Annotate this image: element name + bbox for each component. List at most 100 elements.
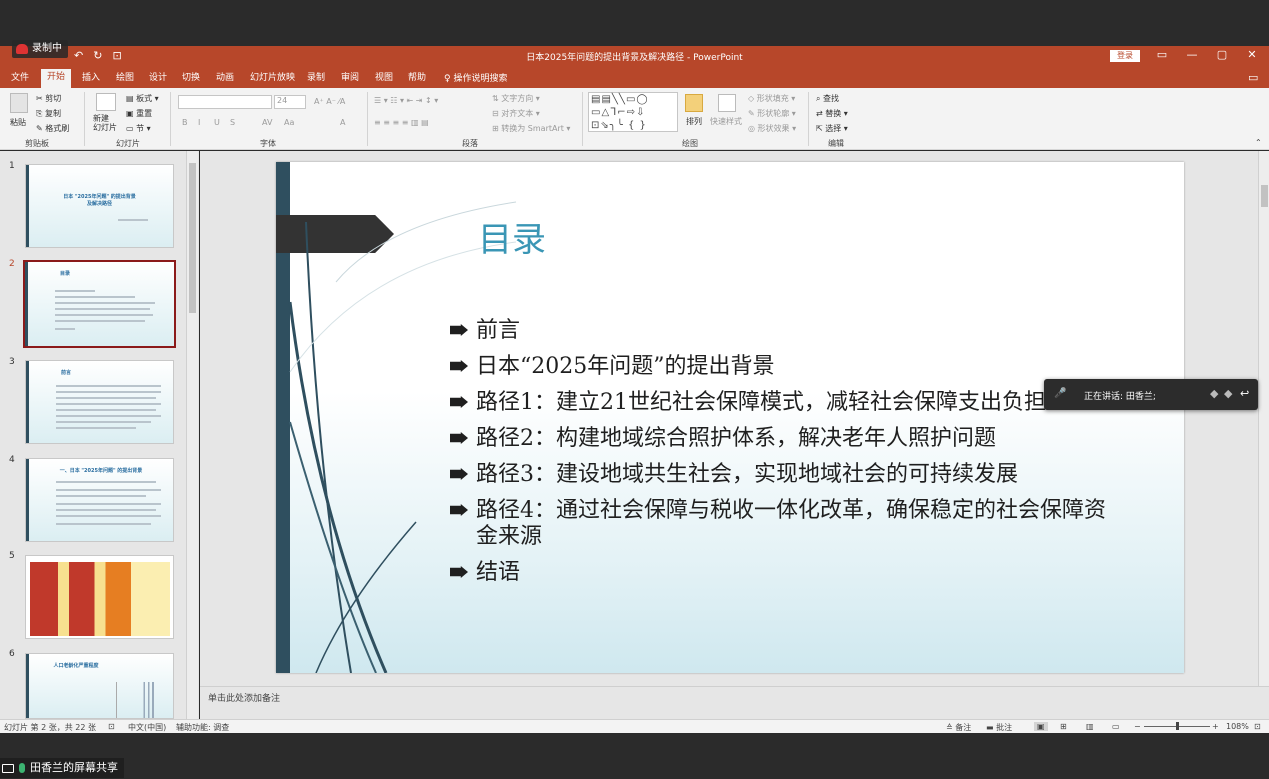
text-direction-button[interactable]: ⇅ 文字方向 ▾ [492, 93, 540, 104]
bullet-text: 日本“2025年问题”的提出背景 [476, 354, 775, 379]
tab-view[interactable]: 视图 [375, 71, 393, 88]
shape-outline-button[interactable]: ✎ 形状轮廓 ▾ [748, 108, 796, 119]
find-button[interactable]: ⌕ 查找 [816, 93, 839, 104]
slide-thumbnail-1[interactable]: 日本 "2025年问题" 的提出背景 及解决路径 [25, 164, 174, 248]
change-case-button[interactable]: Aa [284, 118, 294, 127]
back-arrow-icon[interactable]: ↩ [1240, 387, 1249, 400]
underline-button[interactable]: U [214, 118, 220, 127]
new-slide-icon[interactable] [96, 93, 116, 111]
tell-me-search[interactable]: ♀ 操作说明搜索 [444, 71, 507, 84]
strikethrough-button[interactable]: S [230, 118, 235, 127]
slide-title[interactable]: 目录 [478, 212, 546, 261]
quick-styles-button-label[interactable]: 快速样式 [710, 116, 742, 127]
copy-button[interactable]: ⎘ 复制 [36, 108, 61, 119]
collapse-ribbon-icon[interactable]: ⌃ [1255, 138, 1262, 147]
group-divider [808, 92, 809, 146]
arrange-button-label[interactable]: 排列 [686, 116, 702, 127]
italic-button[interactable]: I [198, 118, 200, 127]
zoom-out-button[interactable]: − [1134, 722, 1141, 731]
format-painter-label: 格式刷 [45, 124, 70, 133]
restore-button[interactable]: ▢ [1212, 48, 1232, 61]
char-spacing-button[interactable]: AV [262, 118, 272, 127]
close-button[interactable]: ✕ [1242, 48, 1262, 61]
tab-review[interactable]: 审阅 [341, 71, 359, 88]
comments-icon[interactable]: ▭ [1248, 71, 1258, 84]
quick-styles-icon[interactable] [718, 94, 736, 112]
slide-thumbnail-2[interactable]: 目录 [23, 260, 176, 348]
paste-icon[interactable] [10, 93, 28, 113]
shape-fill-button[interactable]: ◇ 形状填充 ▾ [748, 93, 795, 104]
font-size-combo[interactable]: 24 [274, 95, 306, 109]
thumbnails-scroll-thumb[interactable] [189, 163, 196, 313]
paste-button-label[interactable]: 粘贴 [10, 117, 26, 128]
slide-thumbnail-3[interactable]: 前言 [25, 360, 174, 444]
bullet-item: 结语 [450, 560, 1110, 586]
slide-thumbnail-5[interactable] [25, 555, 174, 639]
active-speaker-popup: 🎤 正在讲话: 田香兰; ◆ ◆ ↩ [1044, 379, 1258, 410]
slide-vertical-scrollbar[interactable] [1258, 151, 1269, 686]
group-divider [170, 92, 171, 146]
minimize-button[interactable]: — [1182, 48, 1202, 61]
language-indicator[interactable]: 中文(中国) [128, 722, 166, 733]
shape-effects-button[interactable]: ◎ 形状效果 ▾ [748, 123, 796, 134]
shape-effects-label: 形状效果 [757, 124, 790, 133]
tab-animations[interactable]: 动画 [216, 71, 234, 88]
shapes-gallery[interactable]: ▤▤╲╲▭◯ ▭△ᒣ⌐⇨⇩ ⊡⇘╮╰ { } [588, 92, 678, 132]
align-buttons[interactable]: ≡ ≡ ≡ ≡ ▥ ▤ [374, 118, 429, 127]
login-button[interactable]: 登录 [1110, 50, 1140, 62]
ribbon-display-options-icon[interactable]: ▭ [1152, 48, 1172, 61]
zoom-in-button[interactable]: + [1212, 722, 1219, 731]
tab-slideshow[interactable]: 幻灯片放映 [250, 71, 295, 88]
accessibility-status[interactable]: 辅助功能: 调查 [176, 722, 229, 733]
recording-cloud-icon [16, 44, 28, 54]
fit-to-window-icon[interactable]: ⊡ [1254, 722, 1261, 731]
slide-scroll-thumb[interactable] [1261, 185, 1268, 207]
current-slide[interactable]: 目录 前言 日本“2025年问题”的提出背景 路径1：建立21世纪社会保障模式，… [276, 162, 1184, 673]
normal-view-button[interactable]: ▣ [1034, 722, 1048, 731]
font-name-combo[interactable] [178, 95, 272, 109]
bullets-button[interactable]: ☰ ▾ ☷ ▾ ⇤ ⇥ ↕ ▾ [374, 96, 438, 105]
font-size-increase-icon[interactable]: A⁺ A⁻ ⁄A [314, 97, 345, 106]
cut-button[interactable]: ✂ 剪切 [36, 93, 61, 104]
section-button[interactable]: ▭ 节 ▾ [126, 123, 151, 134]
replace-button[interactable]: ⇄ 替换 ▾ [816, 108, 848, 119]
tab-design[interactable]: 设计 [149, 71, 167, 88]
comments-toggle[interactable]: ▬ 批注 [986, 722, 1012, 733]
slideshow-button[interactable]: ▭ [1112, 722, 1120, 731]
layout-button[interactable]: ▤ 板式 ▾ [126, 93, 159, 104]
tab-record[interactable]: 录制 [307, 71, 325, 88]
thumbnails-scrollbar[interactable] [186, 151, 198, 719]
text-direction-label: 文字方向 [501, 94, 534, 103]
new-slide-button-label[interactable]: 新建 幻灯片 [93, 114, 117, 132]
thumbnail-text-line [56, 409, 156, 411]
tab-home[interactable]: 开始 [41, 69, 72, 88]
find-label: 查找 [823, 94, 840, 103]
tab-draw[interactable]: 绘图 [116, 71, 134, 88]
slide-content-placeholder[interactable]: 前言 日本“2025年问题”的提出背景 路径1：建立21世纪社会保障模式，减轻社… [450, 318, 1110, 596]
zoom-slider-handle[interactable] [1176, 722, 1179, 730]
reset-button[interactable]: ▣ 重置 [126, 108, 152, 119]
pen-icon[interactable]: ◆ [1210, 387, 1218, 400]
select-button[interactable]: ⇱ 选择 ▾ [816, 123, 848, 134]
align-text-button[interactable]: ⊟ 对齐文本 ▾ [492, 108, 540, 119]
thumbnail-accent-bar [26, 459, 29, 541]
tab-file[interactable]: 文件 [11, 71, 29, 88]
reading-view-button[interactable]: ▥ [1086, 722, 1094, 731]
tab-transitions[interactable]: 切换 [182, 71, 200, 88]
notes-pane[interactable]: 单击此处添加备注 [200, 686, 1269, 719]
slide-thumbnail-6[interactable]: 人口老龄化严重程度 [25, 653, 174, 719]
spell-check-icon[interactable]: ⊡ [108, 722, 115, 731]
bold-button[interactable]: B [182, 118, 188, 127]
font-color-button[interactable]: A [340, 118, 345, 127]
slide-sorter-button[interactable]: ⊞ [1060, 722, 1067, 731]
notes-toggle[interactable]: ≙ 备注 [946, 722, 971, 733]
zoom-level[interactable]: 108% [1226, 722, 1249, 731]
tab-help[interactable]: 帮助 [408, 71, 426, 88]
slide-thumbnail-4[interactable]: 一、日本 "2025年问题" 的提出背景 [25, 458, 174, 542]
format-painter-button[interactable]: ✎ 格式刷 [36, 123, 69, 134]
arrange-icon[interactable] [685, 94, 703, 112]
eraser-icon[interactable]: ◆ [1224, 387, 1232, 400]
thumbnail-text-line [56, 515, 161, 517]
smartart-button[interactable]: ⊞ 转换为 SmartArt ▾ [492, 123, 570, 134]
tab-insert[interactable]: 插入 [82, 71, 100, 88]
